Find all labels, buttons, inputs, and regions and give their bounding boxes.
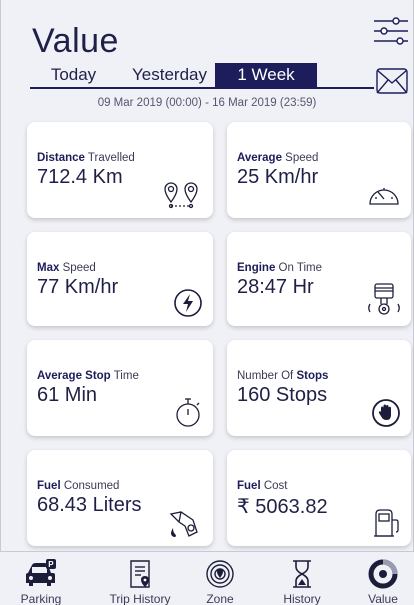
- average-stop-time-card[interactable]: Average Stop Time 61 Min: [27, 340, 213, 436]
- nav-label: Trip History: [109, 592, 171, 605]
- period-tabs: Today Yesterday 1 Week: [30, 63, 374, 89]
- nav-parking[interactable]: P Parking: [10, 552, 72, 605]
- card-label: Average Speed: [237, 152, 319, 164]
- fuel-cost-value: ₹ 5063.82: [237, 496, 328, 518]
- card-label: Distance Travelled: [37, 152, 135, 164]
- max-speed-card[interactable]: Max Speed 77 Km/hr: [27, 232, 213, 326]
- average-stop-time-value: 61 Min: [37, 384, 98, 406]
- location-pins-icon: [164, 182, 198, 209]
- tab-today[interactable]: Today: [30, 63, 117, 87]
- nav-label: Value: [368, 592, 398, 605]
- lightning-circle-icon: [174, 289, 202, 317]
- card-label: Fuel Cost: [237, 480, 288, 492]
- zone-target-icon: [206, 560, 234, 588]
- engine-on-time-value: 28:47 Hr: [237, 276, 314, 298]
- fuel-consumed-value: 68.43 Liters: [37, 494, 142, 516]
- nav-label: Zone: [206, 592, 234, 605]
- engine-piston-icon: [368, 283, 400, 315]
- card-label: Max Speed: [37, 262, 96, 274]
- stop-hand-icon: [372, 399, 400, 427]
- nav-zone[interactable]: Zone: [190, 552, 250, 605]
- distance-value: 712.4 Km: [37, 166, 123, 188]
- car-parking-icon: P: [26, 559, 56, 586]
- number-of-stops-card[interactable]: Number Of Stops 160 Stops: [227, 340, 411, 436]
- average-speed-value: 25 Km/hr: [237, 166, 319, 188]
- nav-value[interactable]: Value: [356, 552, 410, 605]
- page-title: Value: [32, 22, 119, 60]
- bottom-navigation: P Parking Trip History Zone History Valu…: [0, 551, 414, 605]
- fuel-nozzle-icon: [169, 511, 198, 537]
- engine-on-time-card[interactable]: Engine On Time 28:47 Hr: [227, 232, 411, 326]
- number-of-stops-value: 160 Stops: [237, 384, 328, 406]
- card-label: Average Stop Time: [37, 370, 139, 382]
- average-speed-card[interactable]: Average Speed 25 Km/hr: [227, 122, 411, 218]
- filter-sliders-icon[interactable]: [374, 16, 408, 46]
- nav-trip-history[interactable]: Trip History: [100, 552, 180, 605]
- fuel-cost-card[interactable]: Fuel Cost ₹ 5063.82: [227, 450, 411, 546]
- hourglass-icon: [293, 560, 311, 588]
- distance-travelled-card[interactable]: Distance Travelled 712.4 Km: [27, 122, 213, 218]
- date-range: 09 Mar 2019 (00:00) - 16 Mar 2019 (23:59…: [97, 97, 317, 109]
- speedometer-icon: [369, 188, 399, 205]
- fuel-pump-icon: [374, 509, 399, 537]
- card-label: Engine On Time: [237, 262, 322, 274]
- nav-history[interactable]: History: [272, 552, 332, 605]
- mail-icon[interactable]: [376, 68, 408, 94]
- stopwatch-icon: [176, 398, 200, 427]
- svg-text:P: P: [48, 560, 54, 569]
- fuel-consumed-card[interactable]: Fuel Consumed 68.43 Liters: [27, 450, 213, 546]
- nav-label: History: [283, 592, 321, 605]
- value-gauge-icon: [368, 559, 398, 589]
- tab-yesterday[interactable]: Yesterday: [117, 63, 211, 87]
- card-label: Fuel Consumed: [37, 480, 120, 492]
- trip-document-icon: [130, 560, 150, 588]
- tab-1-week[interactable]: 1 Week: [215, 63, 317, 87]
- card-label: Number Of Stops: [237, 370, 329, 382]
- max-speed-value: 77 Km/hr: [37, 276, 119, 298]
- nav-label: Parking: [20, 592, 62, 605]
